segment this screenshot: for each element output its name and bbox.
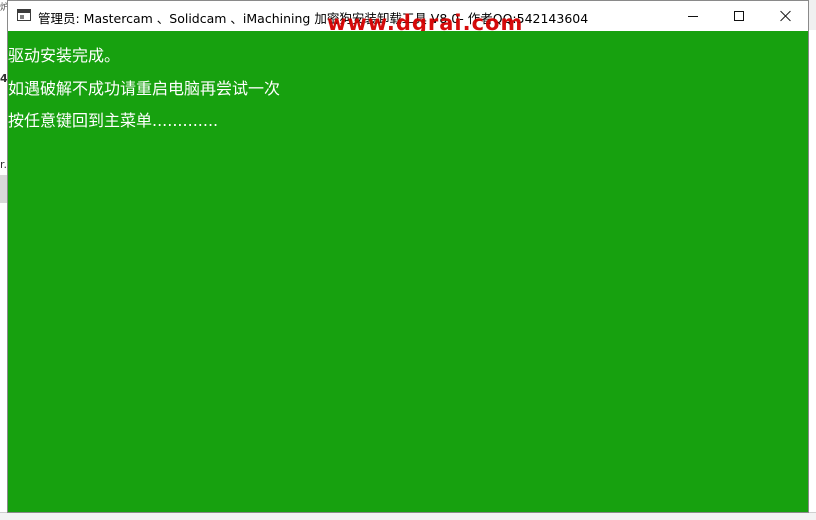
close-button[interactable] (762, 1, 808, 31)
console-line-restart-hint: 如遇破解不成功请重启电脑再尝试一次 (8, 79, 281, 98)
close-icon (780, 10, 792, 22)
console-line-install-complete: 驱动安装完成。 (8, 46, 121, 65)
console-window: 管理员: Mastercam 、Solidcam 、iMachining 加密狗… (7, 0, 809, 513)
title-bar[interactable]: 管理员: Mastercam 、Solidcam 、iMachining 加密狗… (8, 1, 808, 35)
console-output-area[interactable]: 驱动安装完成。 如遇破解不成功请重启电脑再尝试一次 按任意键回到主菜单.....… (8, 31, 808, 512)
maximize-icon (734, 11, 744, 21)
console-app-icon[interactable] (17, 9, 31, 21)
desktop-background-right-edge (808, 30, 816, 519)
minimize-button[interactable] (670, 1, 716, 31)
minimize-icon (688, 16, 698, 17)
console-line-press-any-key: 按任意键回到主菜单............. (8, 111, 219, 130)
maximize-button[interactable] (716, 1, 762, 31)
